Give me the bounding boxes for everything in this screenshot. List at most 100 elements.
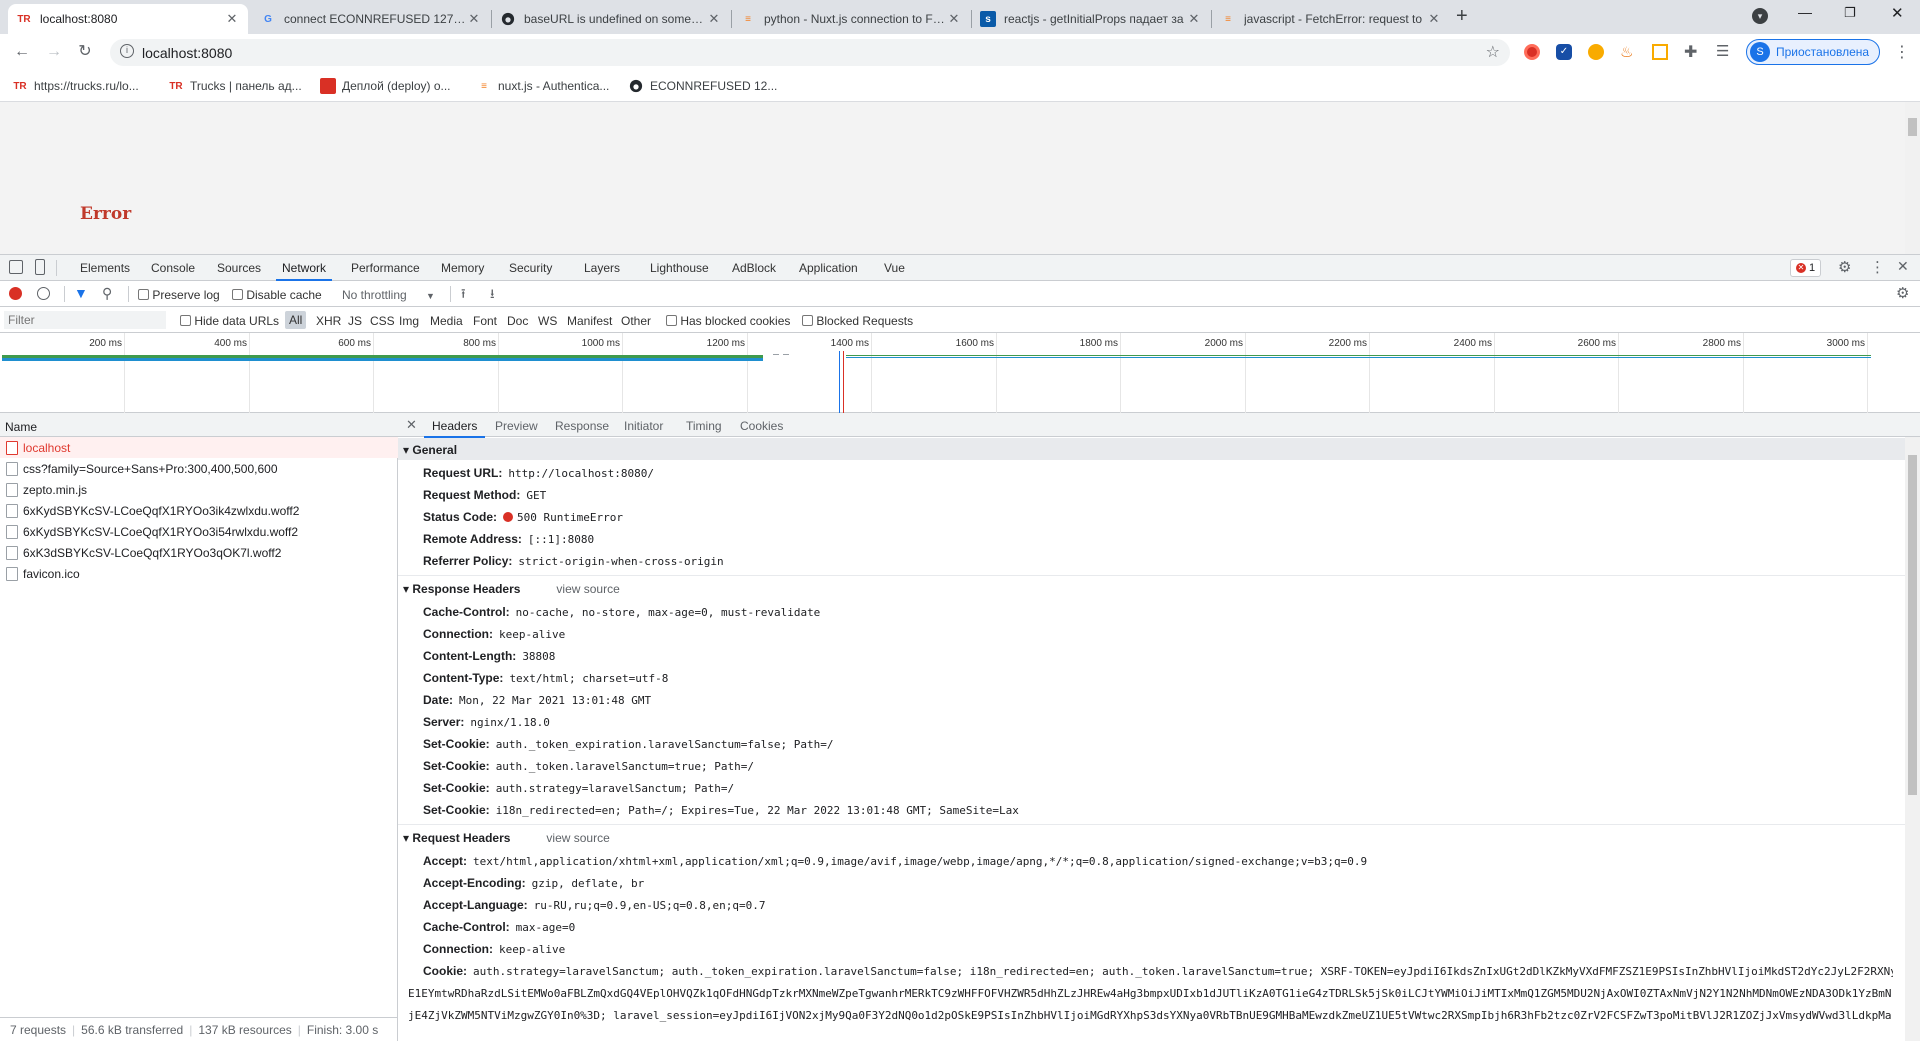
- bookmark-star-icon[interactable]: ☆: [1486, 42, 1500, 62]
- browser-tab[interactable]: baseURL is undefined on some pages ✕: [492, 4, 730, 34]
- profile-button[interactable]: S Приостановлена: [1746, 39, 1880, 65]
- tab-response[interactable]: Response: [555, 419, 609, 433]
- info-icon[interactable]: i: [120, 44, 134, 58]
- tab-adblock[interactable]: AdBlock: [732, 261, 776, 275]
- network-settings-gear-icon[interactable]: ⚙: [1896, 284, 1909, 302]
- bookmark-item[interactable]: ECONNREFUSED 12...: [628, 78, 777, 94]
- tab-headers[interactable]: Headers: [423, 419, 486, 438]
- checkbox[interactable]: [666, 315, 677, 326]
- preserve-log-checkbox[interactable]: Preserve log: [138, 288, 220, 302]
- name-column-header[interactable]: Name: [0, 413, 398, 437]
- close-tab-icon[interactable]: ✕: [466, 11, 482, 27]
- shield-extension-icon[interactable]: ✓: [1556, 44, 1572, 60]
- filter-type-all[interactable]: All: [285, 311, 307, 329]
- close-tab-icon[interactable]: ✕: [946, 11, 962, 27]
- cookie-extension-icon[interactable]: [1588, 44, 1604, 60]
- tab-vue[interactable]: Vue: [884, 261, 905, 275]
- bookmark-item[interactable]: ≡ nuxt.js - Authentica...: [476, 78, 609, 94]
- checkbox[interactable]: [180, 315, 191, 326]
- menu-kebab-icon[interactable]: ⋮: [1894, 42, 1910, 62]
- disable-cache-checkbox[interactable]: Disable cache: [232, 288, 322, 302]
- close-window-icon[interactable]: ✕: [1891, 4, 1904, 22]
- devtools-menu-icon[interactable]: ⋮: [1870, 258, 1885, 276]
- filter-type-doc[interactable]: Doc: [507, 314, 528, 328]
- reading-list-icon[interactable]: ☰: [1716, 42, 1729, 60]
- request-row[interactable]: 6xK3dSBYKcSV-LCoeQqfX1RYOo3qOK7l.woff2: [0, 542, 398, 563]
- minimize-icon[interactable]: —: [1798, 4, 1812, 20]
- tab-security[interactable]: Security: [509, 261, 552, 275]
- browser-tab[interactable]: ≡ python - Nuxt.js connection to Flask ✕: [732, 4, 970, 34]
- record-icon[interactable]: [9, 287, 22, 300]
- throttling-select[interactable]: No throttling ▼: [342, 288, 435, 302]
- checkbox[interactable]: [138, 289, 149, 300]
- inspect-element-icon[interactable]: [9, 260, 23, 274]
- address-bar[interactable]: i localhost:8080 ☆: [110, 39, 1510, 66]
- tab-performance[interactable]: Performance: [351, 261, 420, 275]
- tab-elements[interactable]: Elements: [80, 261, 130, 275]
- close-detail-icon[interactable]: ✕: [406, 417, 417, 433]
- tab-layers[interactable]: Layers: [584, 261, 620, 275]
- search-icon[interactable]: ⚲: [102, 285, 112, 302]
- filter-type-js[interactable]: JS: [348, 314, 362, 328]
- checkbox[interactable]: [802, 315, 813, 326]
- clear-icon[interactable]: [37, 287, 50, 300]
- filter-type-img[interactable]: Img: [399, 314, 419, 328]
- close-tab-icon[interactable]: ✕: [1426, 11, 1442, 27]
- forward-icon[interactable]: →: [44, 42, 64, 62]
- tab-preview[interactable]: Preview: [495, 419, 538, 433]
- tab-application[interactable]: Application: [799, 261, 858, 275]
- detail-scrollbar[interactable]: [1905, 437, 1920, 1041]
- browser-tab[interactable]: ≡ javascript - FetchError: request to ✕: [1212, 4, 1450, 34]
- blocked-requests-checkbox[interactable]: Blocked Requests: [802, 314, 913, 328]
- import-har-icon[interactable]: ⭱: [461, 285, 466, 307]
- request-row[interactable]: favicon.ico: [0, 563, 398, 584]
- crop-extension-icon[interactable]: [1652, 44, 1668, 60]
- extensions-puzzle-icon[interactable]: ✚: [1684, 42, 1697, 62]
- filter-type-font[interactable]: Font: [473, 314, 497, 328]
- browser-tab[interactable]: s reactjs - getInitialProps падает за ✕: [972, 4, 1210, 34]
- filter-type-css[interactable]: CSS: [370, 314, 395, 328]
- bookmark-item[interactable]: TR Trucks | панель ад...: [168, 78, 301, 94]
- opera-extension-icon[interactable]: [1524, 44, 1540, 60]
- general-section-header[interactable]: ▾ General: [398, 438, 1905, 460]
- tab-lighthouse[interactable]: Lighthouse: [650, 261, 709, 275]
- network-timeline-overview[interactable]: 200 ms 400 ms 600 ms 800 ms 1000 ms 1200…: [0, 333, 1920, 413]
- tab-cookies[interactable]: Cookies: [740, 419, 783, 433]
- checkbox[interactable]: [232, 289, 243, 300]
- filter-type-ws[interactable]: WS: [538, 314, 557, 328]
- request-row[interactable]: localhost: [0, 437, 398, 458]
- error-count-badge[interactable]: ✕ 1: [1790, 259, 1822, 277]
- new-tab-button[interactable]: +: [1456, 5, 1468, 28]
- tab-timing[interactable]: Timing: [686, 419, 722, 433]
- tab-initiator[interactable]: Initiator: [624, 419, 663, 433]
- filter-type-media[interactable]: Media: [430, 314, 463, 328]
- close-tab-icon[interactable]: ✕: [706, 11, 722, 27]
- has-blocked-cookies-checkbox[interactable]: Has blocked cookies: [666, 314, 790, 328]
- request-row[interactable]: css?family=Source+Sans+Pro:300,400,500,6…: [0, 458, 398, 479]
- filter-type-other[interactable]: Other: [621, 314, 651, 328]
- request-row[interactable]: zepto.min.js: [0, 479, 398, 500]
- filter-type-manifest[interactable]: Manifest: [567, 314, 612, 328]
- bookmark-item[interactable]: Деплой (deploy) о...: [320, 78, 451, 94]
- export-har-icon[interactable]: ⭳: [490, 285, 495, 307]
- back-icon[interactable]: ←: [12, 42, 32, 62]
- filter-input[interactable]: [4, 311, 166, 329]
- device-toolbar-icon[interactable]: [35, 259, 45, 275]
- view-source-link[interactable]: view source: [556, 582, 619, 596]
- response-headers-section-header[interactable]: ▾ Response Headers view source: [398, 577, 1905, 599]
- restore-icon[interactable]: ❐: [1844, 5, 1856, 21]
- tab-sources[interactable]: Sources: [217, 261, 261, 275]
- tab-network[interactable]: Network: [275, 261, 333, 281]
- request-row[interactable]: 6xKydSBYKcSV-LCoeQqfX1RYOo3ik4zwlxdu.wof…: [0, 500, 398, 521]
- page-scrollbar[interactable]: [1905, 102, 1920, 254]
- fire-extension-icon[interactable]: ♨: [1620, 43, 1633, 61]
- request-row[interactable]: 6xKydSBYKcSV-LCoeQqfX1RYOo3i54rwlxdu.wof…: [0, 521, 398, 542]
- filter-icon[interactable]: ▼: [74, 285, 88, 301]
- reload-icon[interactable]: ↻: [75, 42, 95, 62]
- filter-type-xhr[interactable]: XHR: [316, 314, 341, 328]
- close-tab-icon[interactable]: ✕: [1186, 11, 1202, 27]
- bookmark-item[interactable]: TR https://trucks.ru/lo...: [12, 78, 138, 94]
- browser-tab[interactable]: G connect ECONNREFUSED 127.0.0.1:8080 ✕: [252, 4, 490, 34]
- request-headers-section-header[interactable]: ▾ Request Headers view source: [398, 826, 1905, 848]
- close-devtools-icon[interactable]: ✕: [1897, 258, 1909, 275]
